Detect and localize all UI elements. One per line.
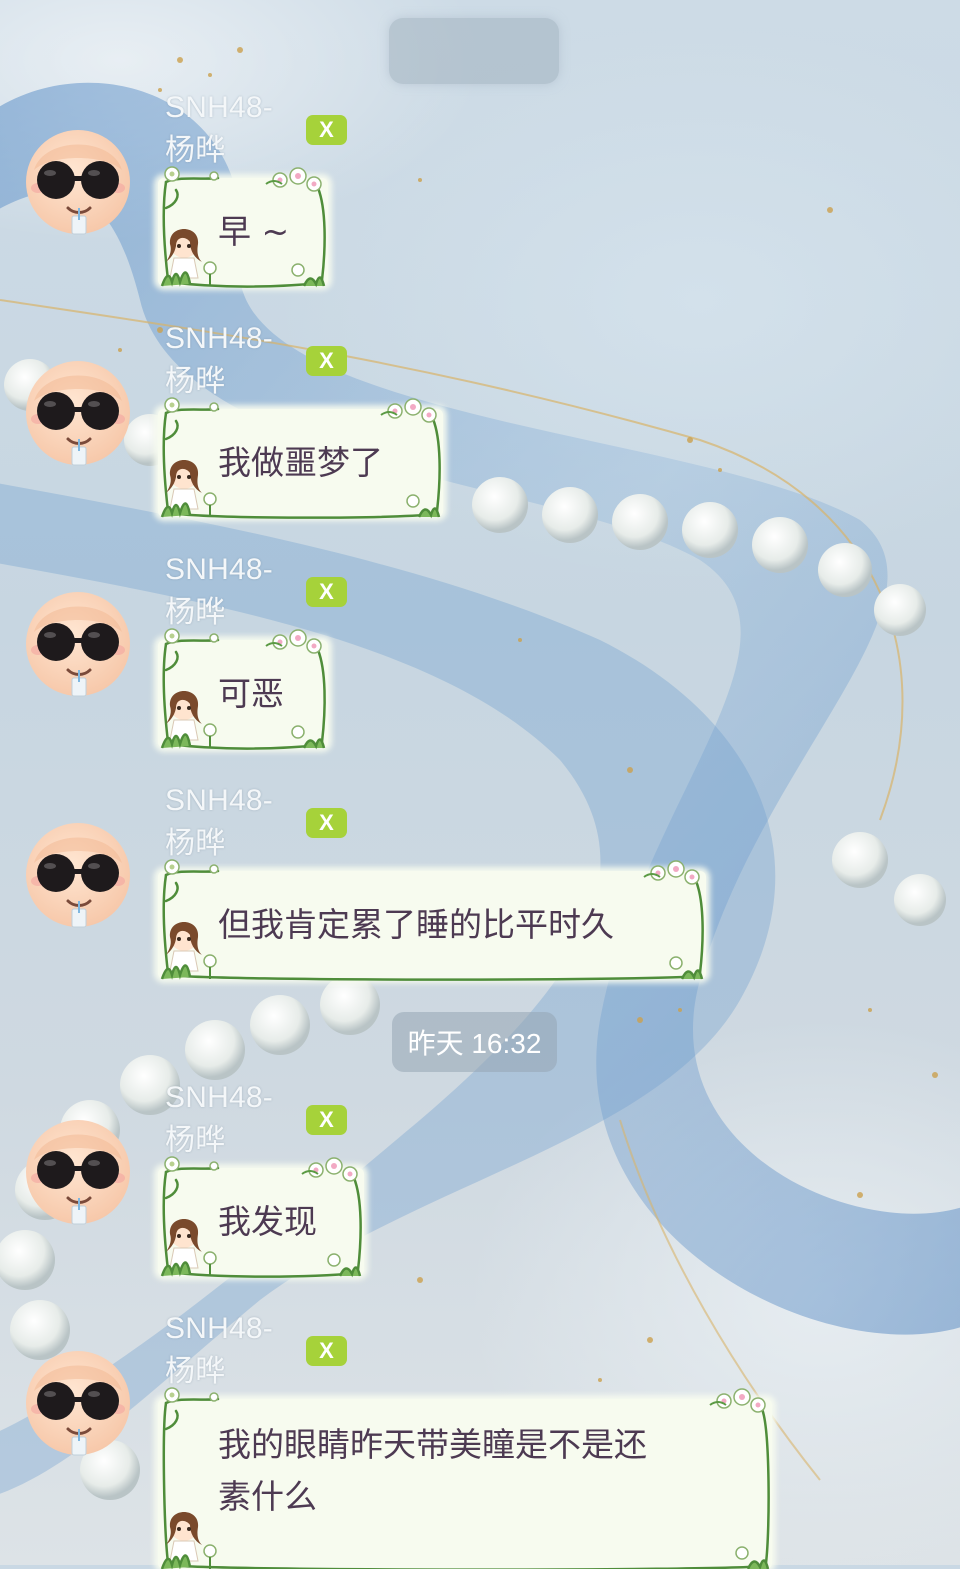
- message-text: 我的眼睛昨天带美瞳是不是还 素什么: [218, 1425, 647, 1516]
- message-text: 我做噩梦了: [218, 443, 383, 482]
- bottom-grass: [160, 1544, 770, 1569]
- girl-sticker: [166, 1219, 202, 1269]
- message-text: 我发现: [218, 1202, 317, 1241]
- member-badge: X: [305, 1105, 347, 1135]
- message-bubble[interactable]: 可恶: [158, 628, 328, 750]
- member-badge: X: [305, 808, 347, 838]
- sender-row: SNH48-杨晔 X: [165, 1081, 347, 1157]
- avatar-icon[interactable]: [24, 590, 132, 698]
- sender-row: SNH48-杨晔 X: [165, 784, 347, 860]
- bottom-grass: [160, 492, 441, 519]
- message-text: 早 ~: [218, 212, 290, 251]
- sender-name[interactable]: SNH48-杨晔: [165, 322, 288, 400]
- girl-sticker: [166, 922, 202, 972]
- sender-row: SNH48-杨晔 X: [165, 1312, 347, 1388]
- sender-name[interactable]: SNH48-杨晔: [165, 1312, 288, 1390]
- message-bubble[interactable]: 我发现: [158, 1156, 364, 1278]
- timestamp-divider: 昨天 16:32: [392, 1012, 557, 1072]
- message-bubble[interactable]: 早 ~: [158, 166, 328, 288]
- avatar-icon[interactable]: [24, 128, 132, 236]
- watercolor-ribbon-decoration: [0, 47, 960, 1500]
- chat-background: [0, 0, 960, 1565]
- message-bubble[interactable]: 但我肯定累了睡的比平时久: [158, 859, 706, 981]
- message-text: 可恶: [218, 674, 284, 713]
- sender-name[interactable]: SNH48-杨晔: [165, 91, 288, 169]
- sender-name[interactable]: SNH48-杨晔: [165, 1081, 288, 1159]
- girl-sticker: [166, 1512, 202, 1562]
- message-bubble[interactable]: 我的眼睛昨天带美瞳是不是还 素什么: [158, 1387, 772, 1569]
- girl-sticker: [166, 460, 202, 510]
- girl-sticker: [166, 691, 202, 741]
- message-text: 但我肯定累了睡的比平时久: [218, 905, 614, 944]
- avatar-icon[interactable]: [24, 1349, 132, 1457]
- bottom-grass: [160, 954, 704, 981]
- contact-title: [389, 18, 559, 84]
- avatar-icon[interactable]: [24, 359, 132, 467]
- avatar-icon[interactable]: [24, 1118, 132, 1226]
- girl-sticker: [166, 229, 202, 279]
- sender-row: SNH48-杨晔 X: [165, 322, 347, 398]
- member-badge: X: [305, 577, 347, 607]
- member-badge: X: [305, 115, 347, 145]
- sender-row: SNH48-杨晔 X: [165, 91, 347, 167]
- sender-name[interactable]: SNH48-杨晔: [165, 784, 288, 862]
- avatar-icon[interactable]: [24, 821, 132, 929]
- contact-title-pill[interactable]: [389, 18, 559, 84]
- sender-name[interactable]: SNH48-杨晔: [165, 553, 288, 631]
- member-badge: X: [305, 346, 347, 376]
- sender-row: SNH48-杨晔 X: [165, 553, 347, 629]
- member-badge: X: [305, 1336, 347, 1366]
- message-bubble[interactable]: 我做噩梦了: [158, 397, 443, 519]
